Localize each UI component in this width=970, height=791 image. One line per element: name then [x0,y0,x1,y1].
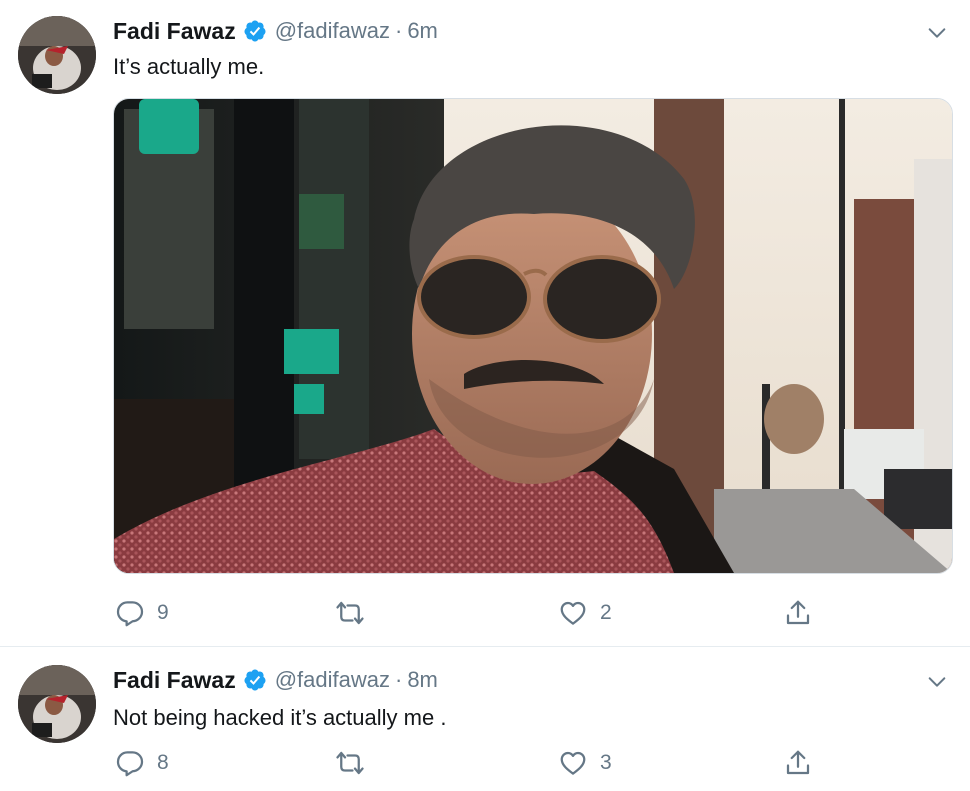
like-button[interactable]: 3 [558,748,612,778]
separator-dot: · [394,667,403,692]
user-handle[interactable]: @fadifawaz [275,18,390,44]
retweet-button[interactable] [335,598,377,628]
display-name[interactable]: Fadi Fawaz [113,667,236,694]
retweet-icon [336,601,364,625]
like-button[interactable]: 2 [558,598,612,628]
reply-icon [116,601,144,627]
retweet-button[interactable] [335,748,377,778]
share-icon [786,750,810,775]
tweet-text: It’s actually me. [113,54,265,79]
verified-badge-icon [244,669,266,691]
verified-badge-icon [244,20,266,42]
like-count: 2 [600,601,612,624]
retweet-icon [336,751,364,775]
chevron-down-icon[interactable] [926,671,948,693]
reply-count: 8 [157,751,169,774]
avatar[interactable] [18,665,96,743]
like-icon [560,601,586,625]
tweet[interactable]: Fadi Fawaz @fadifawaz · 8m Not being hac… [0,647,970,791]
tweet-photo[interactable] [113,98,953,574]
share-button[interactable] [783,598,813,628]
separator-dot: · [394,18,403,43]
reply-count: 9 [157,601,169,624]
reply-icon [116,751,144,777]
share-icon [786,600,810,625]
timestamp[interactable]: 8m [407,667,438,693]
chevron-down-icon[interactable] [926,22,948,44]
like-icon [560,751,586,775]
timestamp[interactable]: 6m [407,18,438,44]
reply-button[interactable]: 8 [115,748,169,778]
tweet-text: Not being hacked it’s actually me . [113,705,447,730]
tweet-header: Fadi Fawaz @fadifawaz · 6m [113,14,438,48]
like-count: 3 [600,751,612,774]
tweet-header: Fadi Fawaz @fadifawaz · 8m [113,663,438,697]
tweet[interactable]: Fadi Fawaz @fadifawaz · 6m It’s actually… [0,0,970,647]
display-name[interactable]: Fadi Fawaz [113,18,236,45]
user-handle[interactable]: @fadifawaz [275,667,390,693]
avatar[interactable] [18,16,96,94]
reply-button[interactable]: 9 [115,598,169,628]
share-button[interactable] [783,748,813,778]
